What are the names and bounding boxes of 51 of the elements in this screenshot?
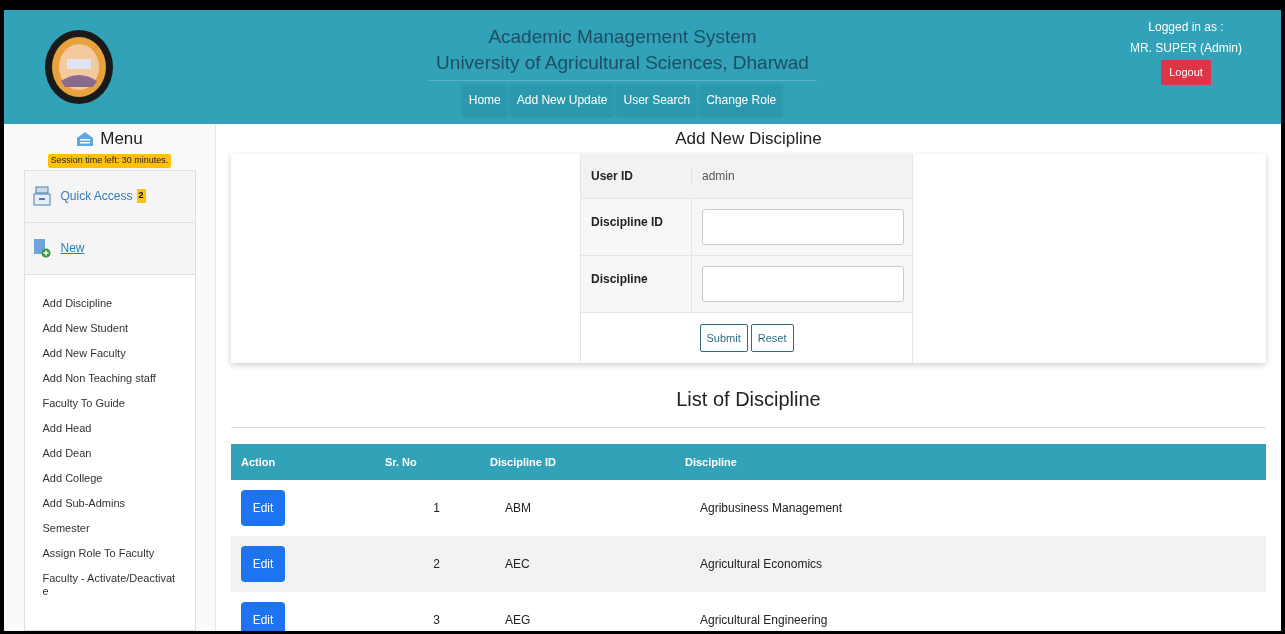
tray-icon bbox=[32, 186, 51, 206]
table-cell: Agribusiness Management bbox=[700, 501, 843, 515]
edit-button[interactable]: Edit bbox=[241, 546, 285, 582]
menu-link[interactable]: Add Dean bbox=[42, 440, 183, 466]
menu-link[interactable]: Semester bbox=[42, 515, 183, 541]
field-label: Discipline ID bbox=[590, 214, 665, 231]
header-title: Academic Management System bbox=[488, 25, 757, 49]
column-header: Action bbox=[241, 455, 276, 468]
logged-in-label: Logged in as : bbox=[1148, 19, 1224, 36]
menu-link[interactable]: Add Sub-Admins bbox=[42, 490, 183, 516]
menu-link[interactable]: Add Non Teaching staff bbox=[42, 365, 183, 391]
text-input[interactable] bbox=[702, 209, 904, 245]
edit-button[interactable]: Edit bbox=[241, 490, 285, 526]
form-title: Add New Discipline bbox=[674, 128, 823, 150]
field-label: User ID bbox=[590, 168, 635, 185]
menu-link[interactable]: Add Head bbox=[42, 415, 183, 441]
table-cell: Agricultural Economics bbox=[700, 557, 823, 571]
menu-title: Menu bbox=[100, 128, 143, 151]
menu-link[interactable]: Faculty To Guide bbox=[42, 390, 183, 416]
menu-link[interactable]: Add New Faculty bbox=[42, 340, 183, 366]
field-value: admin bbox=[702, 168, 735, 185]
table-cell: AEG bbox=[505, 613, 531, 627]
menu-link[interactable]: Add New Student bbox=[42, 315, 183, 341]
sidebar-section[interactable]: Quick Access 2 bbox=[24, 170, 195, 223]
column-header: Discipline bbox=[685, 455, 737, 468]
table-cell-text: 2 bbox=[433, 556, 440, 573]
sidebar-section[interactable]: New bbox=[24, 222, 195, 275]
table-cell: Agricultural Engineering bbox=[700, 613, 828, 627]
table-cell-text: 1 bbox=[433, 500, 440, 517]
new-file-icon bbox=[32, 238, 51, 258]
menu-link[interactable]: Add Discipline bbox=[42, 290, 183, 316]
column-header: Sr. No bbox=[385, 455, 417, 468]
table-cell: ABM bbox=[505, 501, 531, 515]
logout-button[interactable]: Logout bbox=[1161, 60, 1211, 85]
menu-link[interactable]: Add College bbox=[42, 465, 183, 491]
table-cell-text: 3 bbox=[433, 612, 440, 629]
menu-link[interactable]: Assign Role To Faculty bbox=[42, 540, 183, 566]
header-title: University of Agricultural Sciences, Dharwad bbox=[436, 51, 809, 75]
edit-button[interactable]: Edit bbox=[241, 602, 285, 631]
list-title: List of Discipline bbox=[675, 387, 822, 412]
table-cell: AEC bbox=[505, 557, 530, 571]
session-timer: Session time left: 30 minutes. bbox=[47, 154, 172, 168]
count-badge: 2 bbox=[136, 189, 146, 203]
menu-link[interactable]: Faculty - Activate/Deactivat e bbox=[42, 565, 183, 604]
form-button[interactable]: Submit bbox=[699, 323, 748, 353]
column-header: Discipline ID bbox=[490, 455, 557, 468]
form-button[interactable]: Reset bbox=[750, 323, 794, 353]
menu-icon bbox=[76, 131, 95, 147]
user-name: MR. SUPER (Admin) bbox=[1130, 40, 1242, 57]
field-label: Discipline bbox=[590, 271, 649, 288]
text-input[interactable] bbox=[702, 266, 904, 302]
